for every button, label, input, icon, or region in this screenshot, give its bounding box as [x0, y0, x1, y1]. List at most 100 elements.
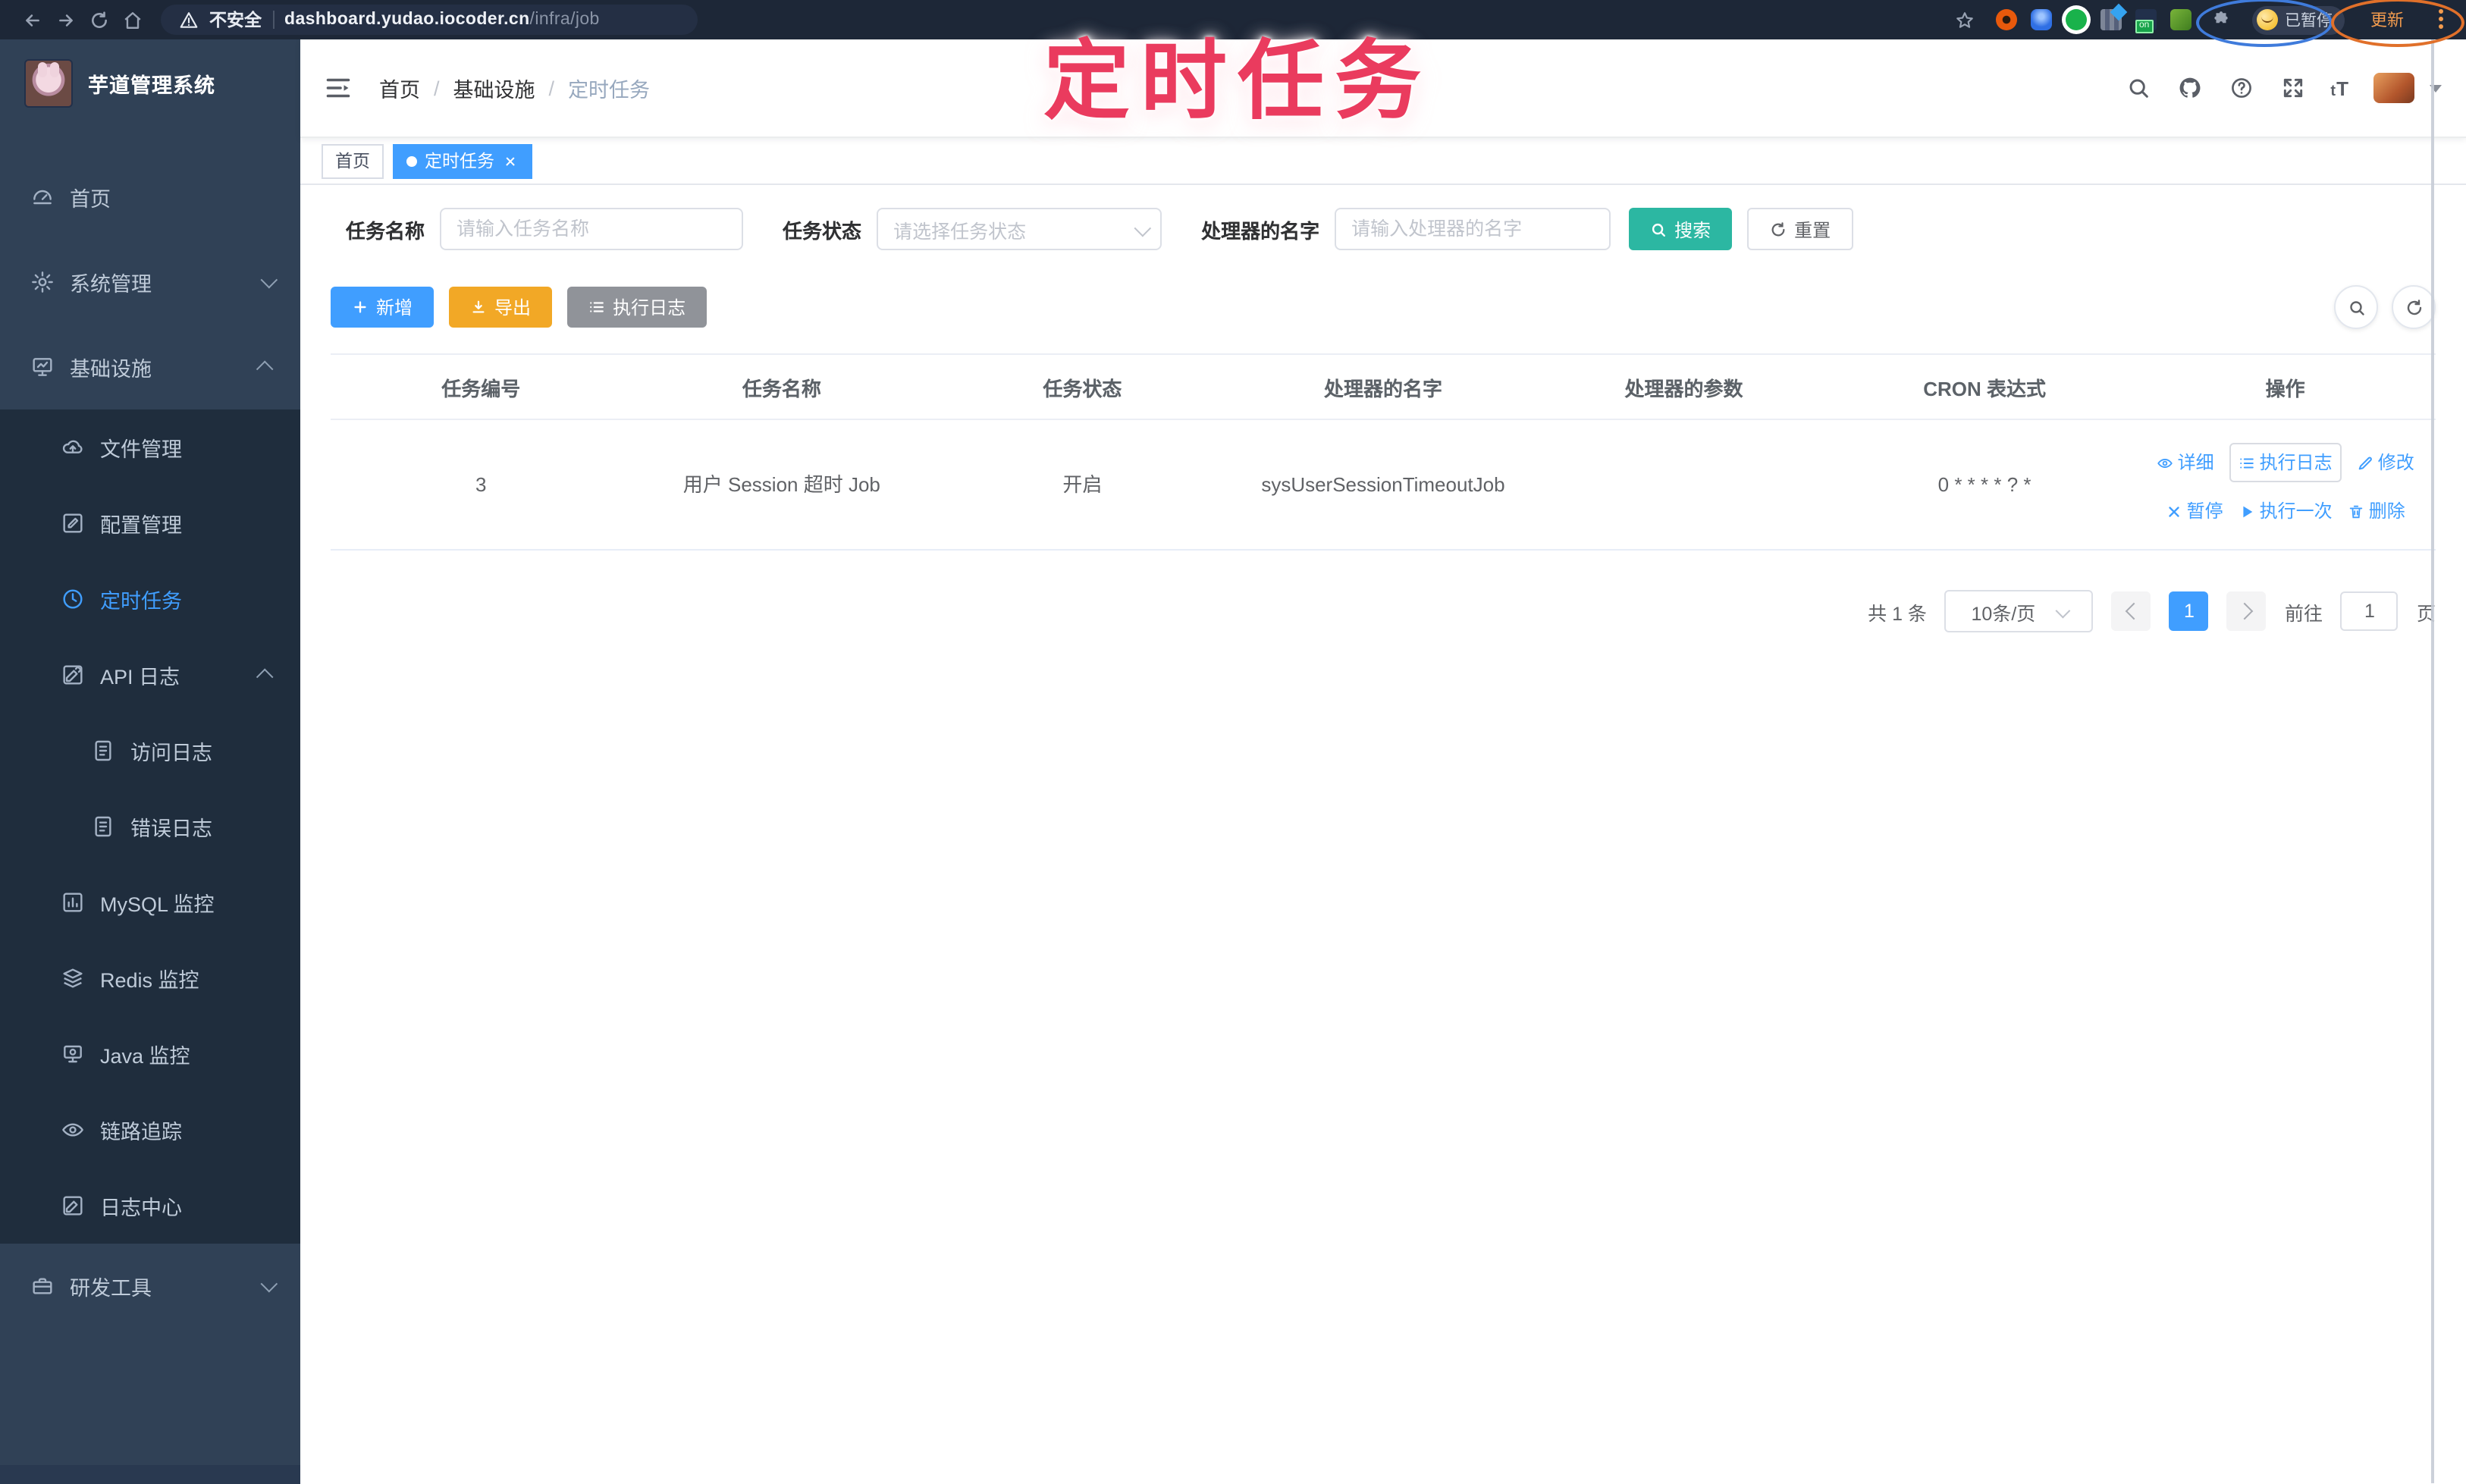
- user-avatar[interactable]: [2373, 73, 2414, 103]
- browser-update-button[interactable]: 更新: [2358, 5, 2416, 35]
- handler-name-input[interactable]: [1335, 208, 1611, 250]
- page-main: 任务名称 任务状态 请选择任务状态 处理器的名字 搜索: [300, 185, 2466, 1484]
- next-page-button[interactable]: [2226, 591, 2267, 631]
- active-tag-dot: [406, 155, 417, 166]
- address-divider: [272, 11, 274, 29]
- font-size-icon[interactable]: tT: [2330, 77, 2349, 99]
- extension-leaf-icon[interactable]: [2170, 9, 2191, 30]
- job-log-link[interactable]: 执行日志: [2229, 443, 2342, 482]
- sidebar-item-error-log[interactable]: 错误日志: [0, 789, 300, 864]
- help-icon[interactable]: [2227, 74, 2254, 102]
- bookmark-star-icon[interactable]: [1948, 3, 1981, 36]
- close-icon[interactable]: [502, 152, 519, 169]
- sidebar-item-access-log[interactable]: 访问日志: [0, 713, 300, 789]
- refresh-table-icon[interactable]: [2392, 285, 2436, 329]
- goto-page-input[interactable]: [2340, 591, 2399, 631]
- search-button[interactable]: 搜索: [1629, 208, 1733, 250]
- browser-menu-kebab-icon[interactable]: [2430, 8, 2451, 32]
- edit-link[interactable]: 修改: [2357, 447, 2414, 478]
- toolbox-icon: [30, 1274, 55, 1298]
- page-number-1[interactable]: 1: [2169, 591, 2209, 631]
- sidebar-item-trace[interactable]: 链路追踪: [0, 1092, 300, 1168]
- detail-link[interactable]: 详细: [2157, 447, 2214, 478]
- job-log-button[interactable]: 执行日志: [567, 287, 707, 328]
- filter-form: 任务名称 任务状态 请选择任务状态 处理器的名字 搜索: [346, 206, 2436, 252]
- job-status-select[interactable]: 请选择任务状态: [877, 208, 1162, 250]
- run-once-link[interactable]: 执行一次: [2239, 496, 2333, 526]
- breadcrumb-infra[interactable]: 基础设施: [453, 73, 535, 103]
- sidebar-item-home[interactable]: 首页: [0, 155, 300, 240]
- delete-link[interactable]: 删除: [2348, 496, 2405, 526]
- table-header-row: 任务编号 任务名称 任务状态 处理器的名字 处理器的参数 CRON 表达式 操作: [331, 354, 2436, 420]
- profile-emoji-avatar: [2256, 9, 2277, 30]
- browser-back-icon[interactable]: [15, 3, 49, 36]
- fullscreen-icon[interactable]: [2279, 74, 2306, 102]
- sidebar-header[interactable]: 芋道管理系统: [0, 39, 300, 127]
- sidebar-item-file-manage[interactable]: 文件管理: [0, 409, 300, 485]
- profile-status-label: 已暂停: [2285, 11, 2333, 30]
- chevron-down-icon: [1134, 219, 1152, 237]
- log-edit-icon: [61, 1194, 85, 1218]
- pagination: 共 1 条 10条/页 1 前往 页: [331, 590, 2436, 632]
- add-button[interactable]: 新增: [331, 287, 435, 328]
- sidebar-item-label: Redis 监控: [100, 969, 199, 992]
- hamburger-icon[interactable]: [325, 73, 355, 103]
- navbar-actions: tT: [2124, 73, 2442, 103]
- job-name-input[interactable]: [440, 208, 744, 250]
- pause-link[interactable]: 暂停: [2166, 496, 2223, 526]
- pagination-total: 共 1 条: [1868, 603, 1927, 624]
- toggle-search-icon[interactable]: [2334, 285, 2378, 329]
- table-toolbar: 新增 导出 执行日志: [331, 285, 2436, 329]
- export-button-label: 导出: [494, 297, 532, 318]
- tags-view: 首页 定时任务: [300, 138, 2466, 185]
- browser-home-icon[interactable]: [115, 3, 149, 36]
- infra-icon: [30, 355, 55, 379]
- sidebar-item-infra[interactable]: 基础设施: [0, 325, 300, 409]
- breadcrumb: 首页 / 基础设施 / 定时任务: [379, 73, 650, 103]
- sidebar-item-label: API 日志: [100, 666, 180, 689]
- handler-name-label: 处理器的名字: [1201, 219, 1320, 242]
- sidebar-item-label: 研发工具: [70, 1277, 152, 1300]
- breadcrumb-home[interactable]: 首页: [379, 73, 420, 103]
- sidebar-item-api-log[interactable]: API 日志: [0, 637, 300, 713]
- address-bar[interactable]: 不安全 dashboard.yudao.iocoder.cn/infra/job: [161, 5, 698, 35]
- extension-switch-icon[interactable]: [2135, 9, 2156, 33]
- browser-profile-chip[interactable]: 已暂停: [2251, 5, 2345, 34]
- sidebar-item-system[interactable]: 系统管理: [0, 240, 300, 325]
- tag-scheduled-jobs[interactable]: 定时任务: [393, 143, 532, 178]
- table-row: 3 用户 Session 超时 Job 开启 sysUserSessionTim…: [331, 419, 2436, 551]
- github-icon[interactable]: [2176, 74, 2203, 102]
- job-status-placeholder: 请选择任务状态: [893, 221, 1027, 242]
- extension-blue-icon[interactable]: [2030, 9, 2051, 30]
- page-scrollbar[interactable]: [2431, 39, 2434, 1483]
- sidebar-item-label: 配置管理: [100, 514, 182, 537]
- sidebar-item-label: 错误日志: [130, 817, 212, 840]
- clock-icon: [61, 587, 85, 611]
- tag-home[interactable]: 首页: [322, 143, 384, 178]
- browser-refresh-icon[interactable]: [82, 3, 115, 36]
- export-button[interactable]: 导出: [449, 287, 553, 328]
- bar-chart-icon: [61, 890, 85, 915]
- search-button-label: 搜索: [1674, 219, 1711, 240]
- sidebar-item-dev-tools[interactable]: 研发工具: [0, 1244, 300, 1329]
- page-size-select[interactable]: 10条/页: [1944, 590, 2094, 632]
- sidebar-item-log-center[interactable]: 日志中心: [0, 1168, 300, 1244]
- extension-green-icon[interactable]: [2065, 9, 2086, 30]
- search-icon[interactable]: [2124, 74, 2151, 102]
- prev-page-button[interactable]: [2111, 591, 2151, 631]
- extension-orange-icon[interactable]: [1995, 9, 2016, 30]
- browser-forward-icon[interactable]: [49, 3, 82, 36]
- sidebar-item-java-monitor[interactable]: Java 监控: [0, 1016, 300, 1092]
- extensions-puzzle-icon[interactable]: [2204, 3, 2238, 36]
- chevron-down-icon: [2055, 602, 2071, 618]
- sidebar-item-label: 定时任务: [100, 590, 182, 613]
- extension-grid-icon[interactable]: [2100, 9, 2121, 30]
- cell-handler-name: sysUserSessionTimeoutJob: [1232, 419, 1534, 551]
- sidebar-item-redis-monitor[interactable]: Redis 监控: [0, 940, 300, 1016]
- reset-button[interactable]: 重置: [1747, 208, 1854, 250]
- sidebar-item-scheduled-jobs[interactable]: 定时任务: [0, 561, 300, 637]
- log-edit-icon: [61, 663, 85, 687]
- sidebar-item-mysql-monitor[interactable]: MySQL 监控: [0, 864, 300, 940]
- sidebar-item-config-manage[interactable]: 配置管理: [0, 485, 300, 561]
- sidebar-item-label: 文件管理: [100, 438, 182, 461]
